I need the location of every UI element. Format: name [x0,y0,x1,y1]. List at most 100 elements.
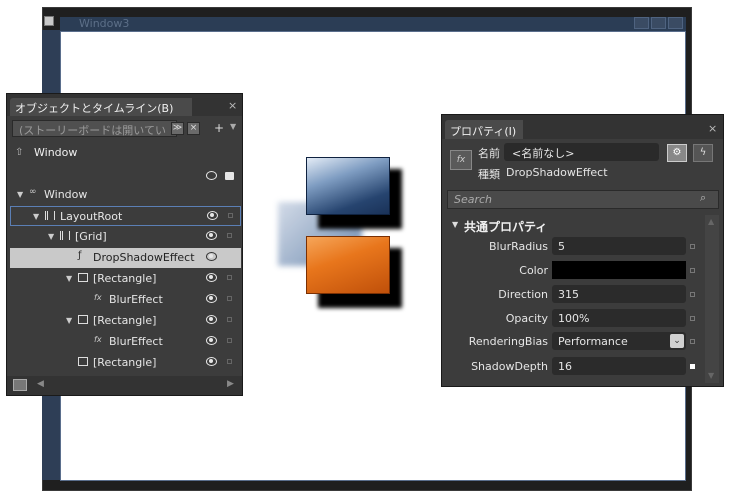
chevron-down-icon[interactable]: ≫ [171,122,184,135]
tree-row-label: BlurEffect [109,293,163,306]
visibility-eye-icon[interactable] [206,231,217,240]
timeline-toggle-icon[interactable] [13,379,27,391]
expander-icon[interactable]: ▼ [33,212,39,221]
storyboard-picker-text: (ストーリーボードは開いてい [19,124,166,137]
tree-row[interactable]: [Rectangle] [10,353,241,373]
chevron-down-icon[interactable]: ⌄ [670,334,684,348]
scope-up-icon[interactable]: ⇧ [15,147,23,158]
lock-toggle[interactable] [227,359,232,364]
objects-timeline-panel: オブジェクトとタイムライン(B) × (ストーリーボードは開いてい ≫ × + … [6,93,243,396]
tree-row-label: DropShadowEffect [93,251,195,264]
scope-root-label[interactable]: Window [34,146,77,159]
expander-icon[interactable]: ▼ [66,274,72,283]
effect-icon: ƒ [78,250,82,261]
tree-row-label: BlurEffect [109,335,163,348]
grid-icon [45,211,55,220]
advanced-options-marker[interactable] [690,268,695,273]
tree-row[interactable]: fx BlurEffect [10,290,241,310]
grid-icon [60,231,70,240]
visibility-eye-icon[interactable] [207,211,218,220]
tree-row-label: [Rectangle] [93,314,157,327]
properties-panel: プロパティ(I) × fx 名前 <名前なし> 種類 DropShadowEff… [441,114,724,387]
rectangle-icon [78,273,88,282]
rectangle-icon [78,315,88,324]
expander-icon[interactable]: ▼ [17,190,23,199]
type-label: 種類 [478,168,500,181]
orange-rectangle[interactable] [306,236,390,294]
advanced-options-marker[interactable] [690,364,695,369]
tree-row[interactable]: fx BlurEffect [10,332,241,352]
search-placeholder: Search [454,193,493,206]
fx-icon: fx [94,335,102,344]
lock-toggle[interactable] [227,233,232,238]
canvas-rectangles [270,150,410,310]
name-label: 名前 [478,147,500,160]
tree-row[interactable]: ▼ LayoutRoot [10,206,241,226]
effect-type-icon: fx [450,150,472,170]
property-field-shadowdepth[interactable] [552,357,686,375]
lock-column-icon[interactable] [225,172,234,180]
visibility-eye-icon[interactable] [206,252,217,261]
events-view-button[interactable]: ϟ [693,144,713,162]
properties-view-button[interactable]: ⚙ [667,144,687,162]
vertical-scrollbar[interactable]: ▲ ▼ [705,215,719,383]
scroll-up-icon[interactable]: ▲ [708,217,714,226]
property-value: Performance [558,335,628,348]
fx-icon: fx [94,293,102,302]
tree-row[interactable]: ƒ DropShadowEffect [10,248,241,268]
visibility-eye-icon[interactable] [206,315,217,324]
close-icon[interactable]: × [708,122,717,135]
property-label: RenderingBias [468,335,548,348]
dropdown-arrow-icon[interactable]: ▼ [230,122,236,131]
property-value: 100% [558,312,590,325]
advanced-options-marker[interactable] [690,244,695,249]
visibility-eye-icon[interactable] [206,294,217,303]
category-expander-icon[interactable]: ▼ [452,220,458,229]
minimize-button[interactable] [634,17,649,29]
property-label: BlurRadius [489,240,548,253]
lock-toggle[interactable] [227,275,232,280]
rectangle-icon [78,357,88,366]
search-icon[interactable]: ⌕ [700,191,706,205]
expander-icon[interactable]: ▼ [48,232,54,241]
advanced-options-marker[interactable] [690,339,695,344]
close-storyboard-icon[interactable]: × [187,122,200,135]
tree-row-label: [Rectangle] [93,356,157,369]
visibility-eye-icon[interactable] [206,336,217,345]
tree-row[interactable]: ▼ ∞ Window [10,185,241,205]
add-storyboard-icon[interactable]: + [214,121,224,135]
blue-rectangle[interactable] [306,157,390,215]
lock-toggle[interactable] [227,296,232,301]
name-value: <名前なし> [512,147,575,160]
scroll-right-icon[interactable]: ▶ [227,379,234,389]
tree-row[interactable]: ▼ [Rectangle] [10,269,241,289]
visibility-eye-icon[interactable] [206,357,217,366]
property-label: ShadowDepth [471,360,548,373]
lock-toggle[interactable] [228,213,233,218]
advanced-options-marker[interactable] [690,292,695,297]
expander-icon[interactable]: ▼ [66,316,72,325]
property-value: 5 [558,240,565,253]
category-title: 共通プロパティ [464,220,548,234]
scroll-down-icon[interactable]: ▼ [708,371,714,380]
lock-toggle[interactable] [227,338,232,343]
scroll-left-icon[interactable]: ◀ [37,379,44,389]
advanced-options-marker[interactable] [690,316,695,321]
property-field-color[interactable] [552,261,686,279]
panel-title: オブジェクトとタイムライン(B) [15,102,174,115]
lock-toggle[interactable] [227,317,232,322]
close-button[interactable] [668,17,683,29]
property-field-blurradius[interactable] [552,237,686,255]
tree-row[interactable]: ▼ [Rectangle] [10,311,241,331]
visibility-column-icon[interactable] [206,171,217,180]
tree-row[interactable]: ▼ [Grid] [10,227,241,247]
maximize-button[interactable] [651,17,666,29]
close-icon[interactable]: × [228,99,237,112]
window-title-bar[interactable] [60,17,686,31]
visibility-eye-icon[interactable] [206,273,217,282]
window-icon [44,16,54,26]
type-value: DropShadowEffect [506,166,608,179]
window-icon: ∞ [29,187,37,197]
tree-row-label: Window [44,188,88,201]
property-value: 315 [558,288,579,301]
